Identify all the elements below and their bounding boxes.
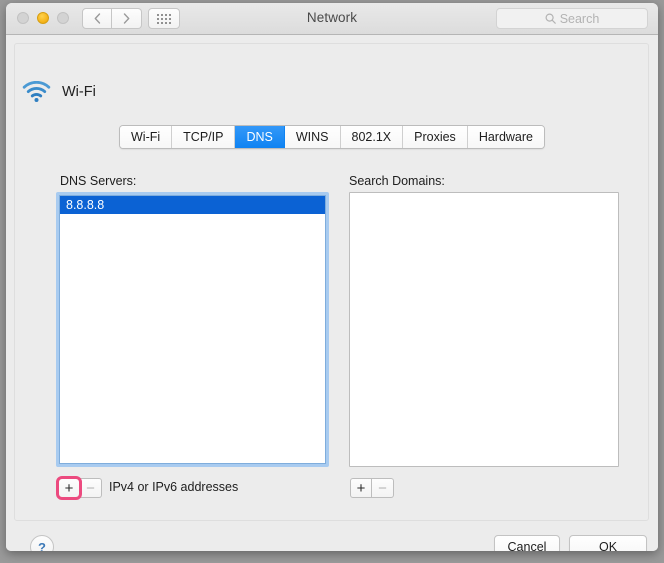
add-search-domain-button[interactable]: +	[350, 478, 372, 498]
tab-wins[interactable]: WINS	[284, 126, 341, 148]
remove-dns-server-button[interactable]: −	[80, 478, 102, 498]
search-icon	[545, 13, 556, 24]
interface-name: Wi-Fi	[62, 83, 96, 100]
window-titlebar: Network Search	[6, 3, 658, 35]
ok-button[interactable]: OK	[569, 535, 647, 551]
dns-servers-stepper: + −	[58, 478, 102, 498]
tab-hardware[interactable]: Hardware	[467, 126, 544, 148]
cancel-button[interactable]: Cancel	[494, 535, 560, 551]
dns-servers-list-inner: 8.8.8.8	[59, 195, 326, 464]
dns-servers-list[interactable]: 8.8.8.8	[56, 192, 329, 467]
dns-address-hint: IPv4 or IPv6 addresses	[109, 480, 239, 494]
interface-header: Wi-Fi	[22, 81, 96, 102]
remove-search-domain-button[interactable]: −	[372, 478, 394, 498]
search-placeholder: Search	[559, 11, 600, 26]
network-preferences-window: Network Search Wi-Fi Wi-Fi TCP/IP DNS WI…	[6, 3, 658, 551]
search-domains-stepper: + −	[350, 478, 394, 498]
dns-servers-label: DNS Servers:	[60, 174, 137, 188]
tab-wifi[interactable]: Wi-Fi	[120, 126, 173, 148]
window-body: Wi-Fi Wi-Fi TCP/IP DNS WINS 802.1X Proxi…	[6, 35, 658, 551]
search-field[interactable]: Search	[496, 8, 648, 29]
help-button[interactable]: ?	[30, 535, 54, 551]
tab-8021x[interactable]: 802.1X	[340, 126, 404, 148]
tab-dns[interactable]: DNS	[235, 126, 285, 148]
tab-proxies[interactable]: Proxies	[403, 126, 468, 148]
settings-tab-bar: Wi-Fi TCP/IP DNS WINS 802.1X Proxies Har…	[119, 125, 545, 149]
search-domains-label: Search Domains:	[349, 174, 445, 188]
wifi-icon	[22, 81, 51, 102]
tab-tcpip[interactable]: TCP/IP	[172, 126, 236, 148]
search-domains-list[interactable]	[349, 192, 619, 467]
add-dns-server-button[interactable]: +	[58, 478, 80, 498]
dns-server-row[interactable]: 8.8.8.8	[60, 196, 325, 214]
